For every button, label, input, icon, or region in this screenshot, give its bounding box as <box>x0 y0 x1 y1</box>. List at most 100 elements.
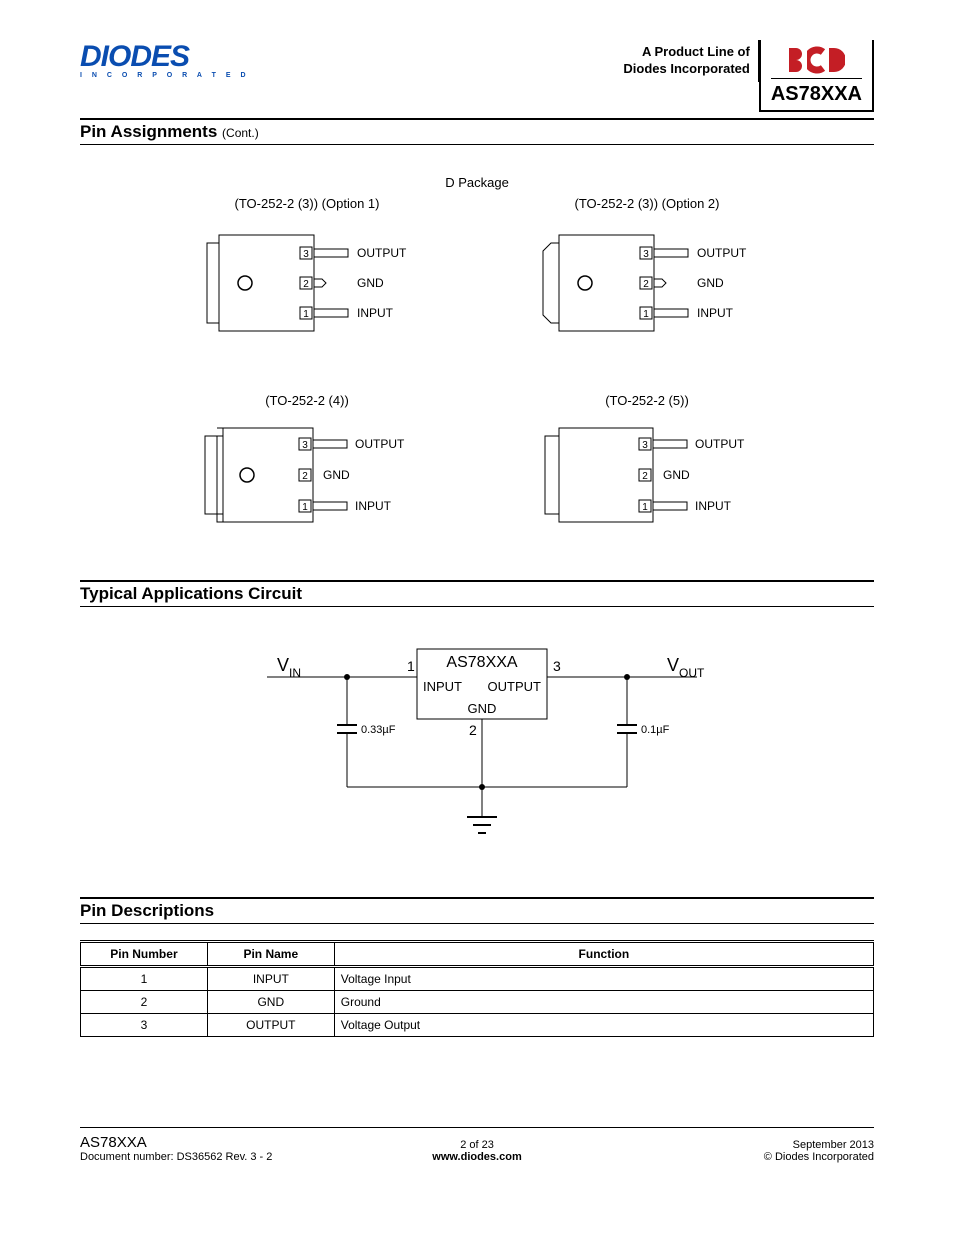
td-num: 1 <box>81 967 208 991</box>
product-line-1: A Product Line of <box>642 44 750 59</box>
footer-url: www.diodes.com <box>432 1151 521 1163</box>
section-pin-descriptions: Pin Descriptions <box>80 897 874 924</box>
pkg-diagram-opt2: 3 2 1 OUTPUT GND INPUT <box>537 223 757 343</box>
svg-text:INPUT: INPUT <box>695 499 732 513</box>
td-name: GND <box>207 991 334 1014</box>
footer-part: AS78XXA <box>80 1134 147 1151</box>
footer-left: AS78XXA Document number: DS36562 Rev. 3 … <box>80 1134 345 1163</box>
pkg-label: (TO-252-2 (4)) <box>197 393 417 408</box>
svg-text:2: 2 <box>642 471 648 482</box>
app-circuit-diagram: V IN 1 AS78XXA INPUT OUTPUT GND 3 V OUT … <box>80 637 874 857</box>
table-row: 3 OUTPUT Voltage Output <box>81 1014 874 1037</box>
pkg-diagram-5: 3 2 1 OUTPUT GND INPUT <box>537 420 757 530</box>
diodes-logo: DIODES I N C O R P O R A T E D <box>80 40 250 79</box>
svg-text:GND: GND <box>697 276 724 290</box>
logo-subtext: I N C O R P O R A T E D <box>80 72 250 79</box>
footer-page: 2 of 23 <box>460 1139 494 1151</box>
part-number: AS78XXA <box>771 78 862 106</box>
package-opt2: (TO-252-2 (3)) (Option 2) 3 2 <box>537 196 757 343</box>
th-function: Function <box>334 942 873 967</box>
vout-label: V <box>667 655 679 675</box>
d-package-title: D Package <box>80 175 874 190</box>
svg-text:3: 3 <box>302 440 308 451</box>
td-num: 2 <box>81 991 208 1014</box>
section-cont: (Cont.) <box>222 126 259 140</box>
header-right: A Product Line of Diodes Incorporated AS… <box>623 40 874 112</box>
section-title-text: Pin Descriptions <box>80 901 214 920</box>
page-footer: AS78XXA Document number: DS36562 Rev. 3 … <box>80 1127 874 1163</box>
footer-center: 2 of 23 www.diodes.com <box>345 1139 610 1163</box>
logo-text: DIODES <box>80 40 250 74</box>
pin-num-2: 2 <box>303 279 309 290</box>
product-line-text: A Product Line of Diodes Incorporated <box>623 40 758 82</box>
table-row: 2 GND Ground <box>81 991 874 1014</box>
svg-text:GND: GND <box>323 468 350 482</box>
td-func: Ground <box>334 991 873 1014</box>
bcd-logo <box>771 46 862 74</box>
pin-name-gnd: GND <box>357 276 384 290</box>
table-row: 1 INPUT Voltage Input <box>81 967 874 991</box>
svg-text:OUTPUT: OUTPUT <box>695 437 745 451</box>
bcd-box: AS78XXA <box>759 40 874 112</box>
svg-text:OUTPUT: OUTPUT <box>697 246 747 260</box>
package-5: (TO-252-2 (5)) 3 2 1 OUTPUT GND <box>537 393 757 530</box>
td-name: OUTPUT <box>207 1014 334 1037</box>
svg-text:3: 3 <box>643 249 649 260</box>
footer-right: September 2013 © Diodes Incorporated <box>609 1139 874 1163</box>
td-num: 3 <box>81 1014 208 1037</box>
section-title-text: Pin Assignments <box>80 122 217 141</box>
bcd-c-icon <box>807 46 825 74</box>
package-4: (TO-252-2 (4)) 3 2 1 <box>197 393 417 530</box>
pkg-label: (TO-252-2 (5)) <box>537 393 757 408</box>
svg-text:INPUT: INPUT <box>697 306 734 320</box>
pkg-label: (TO-252-2 (3)) (Option 1) <box>197 196 417 211</box>
product-line-2: Diodes Incorporated <box>623 61 749 76</box>
chip-gnd-label: GND <box>468 701 497 716</box>
svg-text:GND: GND <box>663 468 690 482</box>
th-pin-number: Pin Number <box>81 942 208 967</box>
pin-num-3: 3 <box>303 249 309 260</box>
svg-text:1: 1 <box>642 502 648 513</box>
pin-num-1: 1 <box>303 309 309 320</box>
package-row-2: (TO-252-2 (4)) 3 2 1 <box>80 393 874 530</box>
pin-1-label: 1 <box>407 658 415 674</box>
section-typical-app: Typical Applications Circuit <box>80 580 874 607</box>
package-row-1: (TO-252-2 (3)) (Option 1) <box>80 196 874 343</box>
vin-label: V <box>277 655 289 675</box>
page-header: DIODES I N C O R P O R A T E D A Product… <box>80 40 874 112</box>
td-name: INPUT <box>207 967 334 991</box>
svg-text:2: 2 <box>302 471 308 482</box>
svg-text:OUTPUT: OUTPUT <box>355 437 405 451</box>
td-func: Voltage Output <box>334 1014 873 1037</box>
pkg-diagram-4: 3 2 1 OUTPUT GND INPUT <box>197 420 417 530</box>
footer-copy: © Diodes Incorporated <box>764 1151 874 1163</box>
bcd-b-icon <box>787 46 805 74</box>
svg-text:1: 1 <box>643 309 649 320</box>
section-pin-assignments: Pin Assignments (Cont.) <box>80 118 874 145</box>
pin-descriptions-table: Pin Number Pin Name Function 1 INPUT Vol… <box>80 940 874 1037</box>
chip-output-label: OUTPUT <box>488 679 542 694</box>
package-opt1: (TO-252-2 (3)) (Option 1) <box>197 196 417 343</box>
table-header-row: Pin Number Pin Name Function <box>81 942 874 967</box>
vout-sub: OUT <box>679 666 705 680</box>
chip-input-label: INPUT <box>423 679 462 694</box>
pin-name-input: INPUT <box>357 306 394 320</box>
pin-name-output: OUTPUT <box>357 246 407 260</box>
c1-label: 0.33µF <box>361 724 396 736</box>
pkg-label: (TO-252-2 (3)) (Option 2) <box>537 196 757 211</box>
svg-text:2: 2 <box>643 279 649 290</box>
bcd-d-icon <box>827 46 845 74</box>
section-title-text: Typical Applications Circuit <box>80 584 302 603</box>
pin-2-label: 2 <box>469 722 477 738</box>
svg-text:3: 3 <box>642 440 648 451</box>
svg-text:INPUT: INPUT <box>355 499 392 513</box>
vin-sub: IN <box>289 666 301 680</box>
svg-text:1: 1 <box>302 502 308 513</box>
footer-date: September 2013 <box>793 1139 874 1151</box>
td-func: Voltage Input <box>334 967 873 991</box>
th-pin-name: Pin Name <box>207 942 334 967</box>
c2-label: 0.1µF <box>641 724 670 736</box>
pin-3-label: 3 <box>553 658 561 674</box>
footer-doc: Document number: DS36562 Rev. 3 - 2 <box>80 1151 272 1163</box>
pkg-diagram-opt1: 3 2 1 OUTPUT GND INPUT <box>197 223 417 343</box>
